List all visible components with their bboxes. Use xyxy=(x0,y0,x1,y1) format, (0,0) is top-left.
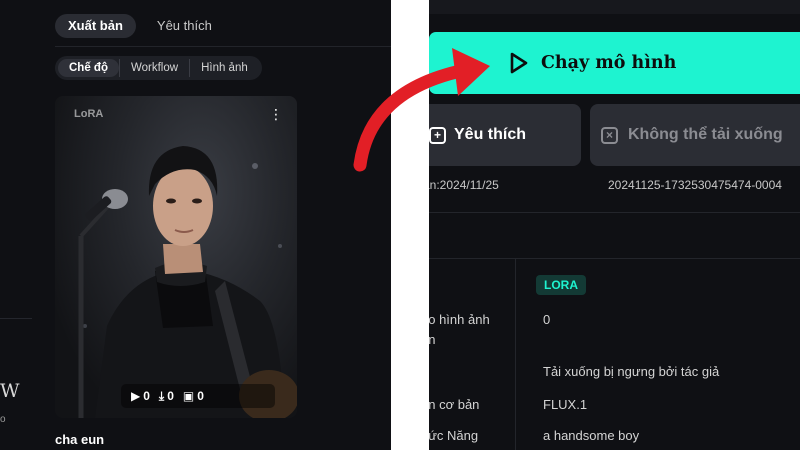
top-strip xyxy=(429,0,800,14)
column-divider xyxy=(515,258,516,450)
play-outline-icon xyxy=(510,52,528,74)
publish-date: ận:2024/11/25 xyxy=(429,178,499,192)
row-label-images: ao hình ảnh xyxy=(429,312,490,327)
favorite-button[interactable]: + Yêu thích xyxy=(429,104,581,166)
row-label-images-cont: ến xyxy=(429,332,436,347)
card-stats: ▶ 0 ⤓ 0 ▣ 0 xyxy=(121,384,275,408)
tabs-divider xyxy=(55,46,391,47)
plus-icon: + xyxy=(429,126,446,144)
downloads-count: 0 xyxy=(167,389,174,403)
row-label-trigger: hức Năng xyxy=(429,428,479,443)
separator xyxy=(429,212,800,213)
filter-mode[interactable]: Chế độ xyxy=(58,59,119,77)
row-value-trigger: a handsome boy xyxy=(543,428,640,443)
download-label: Không thể tải xuống xyxy=(628,126,783,143)
row-value-download: Tải xuống bị ngưng bởi tác giả xyxy=(543,364,720,379)
right-panel: Chạy mô hình + Yêu thích × Không thể tải… xyxy=(429,0,800,450)
run-model-button[interactable]: Chạy mô hình xyxy=(429,32,800,94)
runs-count: 0 xyxy=(143,389,150,403)
images-count: 0 xyxy=(197,389,204,403)
card-type-badge: LoRA xyxy=(74,108,104,120)
run-model-label: Chạy mô hình xyxy=(541,53,677,73)
tab-publish[interactable]: Xuất bản xyxy=(55,14,136,38)
favorite-label: Yêu thích xyxy=(454,126,527,143)
sidebar-divider xyxy=(0,318,32,319)
card-image xyxy=(78,146,297,418)
image-icon: ▣ xyxy=(182,389,195,403)
filter-workflow[interactable]: Workflow xyxy=(118,59,189,77)
download-disabled-button[interactable]: × Không thể tải xuống xyxy=(590,104,800,166)
separator xyxy=(429,258,800,259)
row-value-images: 0 xyxy=(543,312,551,327)
sidebar-cut-text: W xyxy=(0,380,20,402)
play-icon: ▶ xyxy=(131,389,141,403)
filter-images[interactable]: Hình ảnh xyxy=(189,59,259,77)
tabs-row: Xuất bản Yêu thích xyxy=(55,14,225,38)
download-icon: ⤓ xyxy=(158,388,165,403)
more-vertical-icon[interactable]: ⋮ xyxy=(269,106,283,123)
downloads-stat: ⤓ 0 xyxy=(159,389,174,404)
card-title[interactable]: cha eun xyxy=(55,432,104,447)
filter-group: Chế độ Workflow Hình ảnh xyxy=(55,56,262,80)
left-panel: W o Xuất bản Yêu thích Chế độ Workflow H… xyxy=(0,0,391,450)
left-sidebar: W o xyxy=(0,0,42,450)
panel-gap xyxy=(391,0,429,450)
images-stat: ▣ 0 xyxy=(183,389,204,403)
model-id: 20241125-1732530475474-0004 xyxy=(608,178,782,192)
row-label-base-model: ản cơ bản xyxy=(429,397,480,412)
runs-stat: ▶ 0 xyxy=(131,389,150,403)
tab-favorites[interactable]: Yêu thích xyxy=(144,14,225,38)
model-card[interactable]: LoRA ⋮ xyxy=(55,96,297,418)
close-icon: × xyxy=(601,126,618,144)
type-badge: LORA xyxy=(536,275,586,295)
sidebar-cut-small-text: o xyxy=(0,414,6,425)
row-value-base-model: FLUX.1 xyxy=(543,397,588,412)
